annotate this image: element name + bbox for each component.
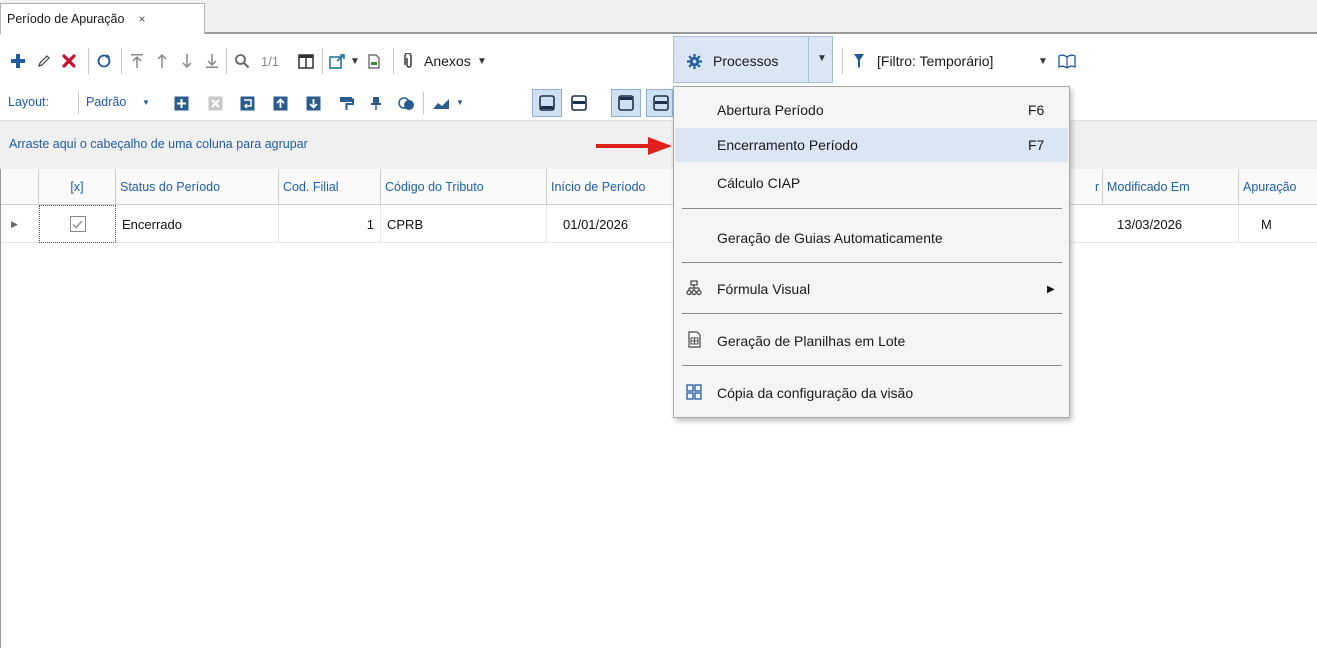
grid-view-icon <box>683 383 705 403</box>
cell-tributo: CPRB <box>381 205 547 243</box>
add-icon[interactable] <box>8 48 28 74</box>
delete-icon[interactable] <box>58 48 80 74</box>
row-select-cell[interactable] <box>39 205 116 243</box>
layout-label: Layout: <box>8 95 50 109</box>
tab-strip: Período de Apuração × <box>0 0 1317 34</box>
separator <box>78 92 79 114</box>
chevron-down-icon: ▼ <box>817 53 827 64</box>
remove-row-icon[interactable] <box>205 90 225 116</box>
column-header-select[interactable]: [x] <box>39 169 116 205</box>
record-count: 1/1 <box>260 53 280 69</box>
cell-modificado: 13/03/2026 <box>1103 205 1239 243</box>
anexos-button[interactable]: Anexos <box>424 48 474 74</box>
cell-status: Encerrado <box>116 205 279 243</box>
data-grid: [x] Status do Período Cod. Filial Código… <box>0 169 1317 648</box>
tab-title: Período de Apuração <box>7 12 125 26</box>
move-last-icon[interactable] <box>203 48 221 74</box>
add-row-icon[interactable] <box>171 90 191 116</box>
menu-item-calculo-ciap[interactable]: Cálculo CIAP <box>675 166 1068 200</box>
chevron-down-icon[interactable]: ▼ <box>349 48 361 74</box>
table-row[interactable]: ▶ Encerrado 1 CPRB 01/01/2026 13/03/2026… <box>1 205 1317 243</box>
separator <box>226 48 227 74</box>
column-header-modificado[interactable]: Modificado Em <box>1103 169 1239 205</box>
cell-filial: 1 <box>279 205 381 243</box>
menu-item-geracao-guias[interactable]: Geração de Guias Automaticamente <box>675 221 1068 255</box>
view-top-toggle[interactable] <box>611 89 641 117</box>
edit-pencil-icon[interactable] <box>34 48 54 74</box>
row-pointer-icon: ▶ <box>1 205 39 243</box>
book-icon[interactable] <box>1056 48 1078 74</box>
column-header-filial[interactable]: Cod. Filial <box>279 169 381 205</box>
filter-selector[interactable]: [Filtro: Temporário] <box>877 48 1027 74</box>
menu-item-formula-visual[interactable]: Fórmula Visual ▶ <box>675 272 1068 306</box>
search-icon[interactable] <box>231 48 253 74</box>
chevron-down-icon[interactable]: ▼ <box>476 48 488 74</box>
processos-menu: Abertura Período F6 Encerramento Período… <box>673 86 1070 418</box>
column-header-apuracao[interactable]: Apuração <box>1239 169 1317 205</box>
move-first-icon[interactable] <box>128 48 146 74</box>
submenu-arrow-icon: ▶ <box>1047 283 1055 295</box>
paperclip-icon[interactable] <box>400 48 418 74</box>
column-header-inicio[interactable]: Início de Período <box>547 169 675 205</box>
layout-toolbar: Layout: Padrão ▼ ▼ <box>0 88 1317 120</box>
chart-icon[interactable] <box>430 90 454 116</box>
menu-separator <box>682 313 1062 314</box>
view-bottom-toggle[interactable] <box>532 89 562 117</box>
menu-separator <box>682 208 1062 209</box>
menu-item-copia-configuracao[interactable]: Cópia da configuração da visão <box>675 376 1068 410</box>
separator <box>393 48 394 74</box>
grid-header: [x] Status do Período Cod. Filial Código… <box>1 169 1317 205</box>
column-header-partial[interactable]: r <box>1073 169 1103 205</box>
processos-button[interactable]: Processos <box>713 48 803 74</box>
gear-icon[interactable] <box>684 48 704 74</box>
pin-icon[interactable] <box>366 90 386 116</box>
chevron-down-icon[interactable]: ▼ <box>1037 48 1049 74</box>
chevron-down-icon[interactable]: ▼ <box>142 98 150 107</box>
view-split-icon[interactable] <box>567 90 591 116</box>
menu-item-encerramento[interactable]: Encerramento Período F7 <box>675 128 1068 162</box>
cell-inicio: 01/01/2026 <box>547 205 675 243</box>
separator <box>121 48 122 74</box>
paint-roller-icon[interactable] <box>336 90 356 116</box>
document-icon[interactable] <box>364 48 384 74</box>
row-checkbox[interactable] <box>69 216 86 232</box>
menu-separator <box>682 365 1062 366</box>
view-middle-toggle[interactable] <box>646 89 673 117</box>
separator <box>88 48 89 74</box>
menu-item-abertura[interactable]: Abertura Período F6 <box>675 93 1068 127</box>
layout-preset[interactable]: Padrão <box>86 95 126 109</box>
close-icon[interactable]: × <box>138 12 145 26</box>
spreadsheet-file-icon <box>683 331 705 351</box>
separator <box>322 48 323 74</box>
columns-icon[interactable] <box>295 48 317 74</box>
annotation-arrow-icon <box>596 137 672 158</box>
move-down-icon[interactable] <box>178 48 196 74</box>
export-icon[interactable] <box>326 48 348 74</box>
tab-periodo-apuracao[interactable]: Período de Apuração × <box>0 3 205 34</box>
hierarchy-icon <box>683 279 705 299</box>
refresh-icon[interactable] <box>93 48 115 74</box>
group-by-hint: Arraste aqui o cabeçalho de uma coluna p… <box>9 137 308 151</box>
upload-icon[interactable] <box>270 90 290 116</box>
shapes-icon[interactable] <box>395 90 417 116</box>
main-toolbar: 1/1 ▼ Anexos ▼ Processos ▼ [Filtro: Temp… <box>0 36 1317 88</box>
menu-separator <box>682 262 1062 263</box>
separator <box>423 92 424 114</box>
wrap-icon[interactable] <box>237 90 257 116</box>
move-up-icon[interactable] <box>153 48 171 74</box>
cell-apuracao: M <box>1261 216 1272 232</box>
menu-item-geracao-planilhas[interactable]: Geração de Planilhas em Lote <box>675 324 1068 358</box>
chevron-down-icon[interactable]: ▼ <box>456 98 464 107</box>
download-icon[interactable] <box>303 90 323 116</box>
processos-dropdown-arrow[interactable]: ▼ <box>808 36 833 83</box>
column-header-tributo[interactable]: Código do Tributo <box>381 169 547 205</box>
filter-icon[interactable] <box>850 48 868 74</box>
row-indicator-header <box>1 169 39 205</box>
column-header-status[interactable]: Status do Período <box>116 169 279 205</box>
separator <box>842 48 843 74</box>
